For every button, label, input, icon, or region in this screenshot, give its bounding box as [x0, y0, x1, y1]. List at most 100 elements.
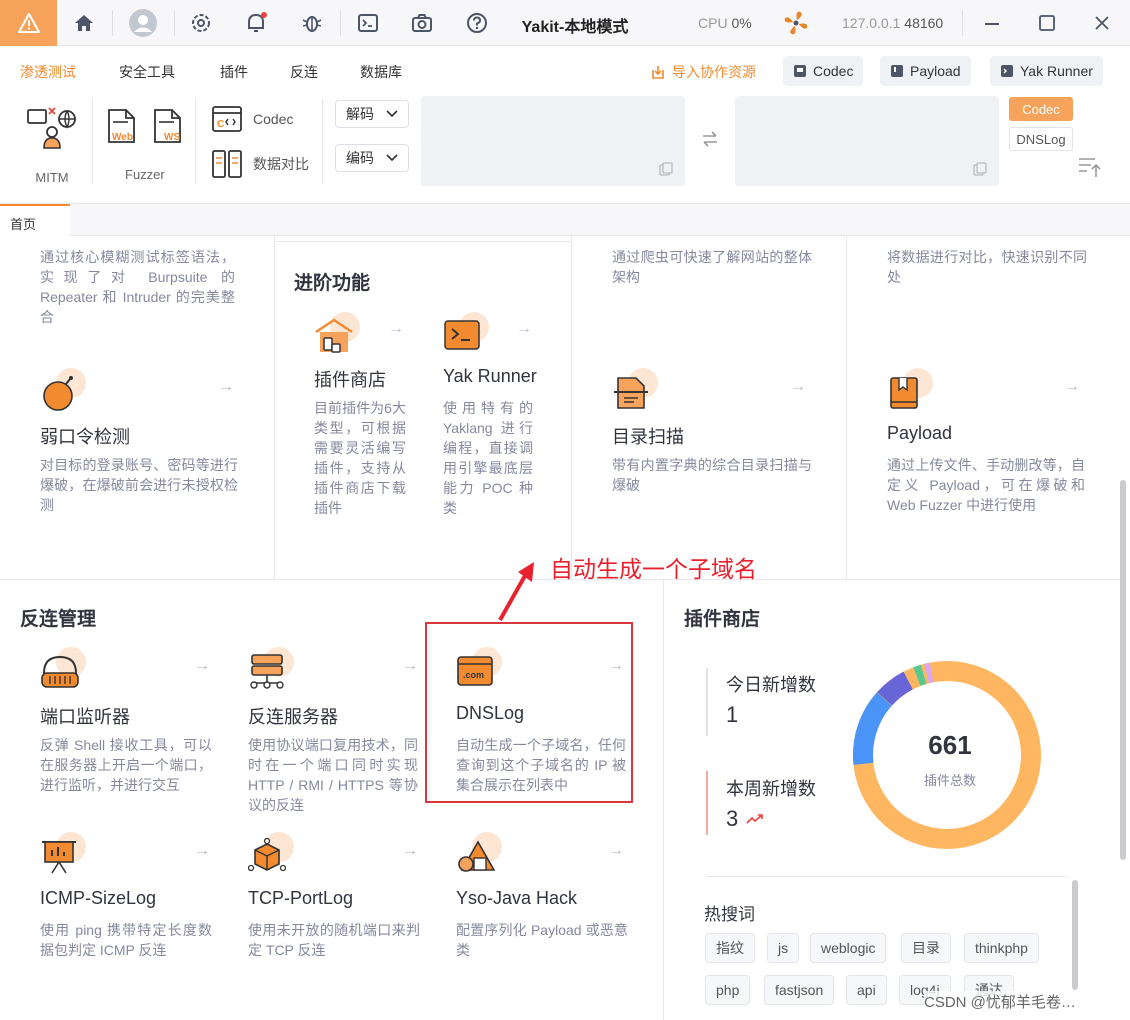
arrow-right-icon[interactable]: →: [402, 842, 418, 860]
arrow-right-icon[interactable]: →: [388, 320, 404, 338]
help-icon[interactable]: [459, 8, 495, 38]
decode-select[interactable]: 解码: [335, 100, 409, 128]
crawler-card-desc: 通过爬虫可快速了解网站的整体架构: [612, 249, 812, 285]
web-fuzzer-tool[interactable]: Web: [106, 108, 138, 149]
hot-word-tag[interactable]: fastjson: [764, 975, 835, 1005]
tab-home[interactable]: 首页: [0, 204, 70, 236]
chevron-down-icon: [386, 110, 398, 118]
shortcut-codec[interactable]: Codec: [783, 56, 864, 86]
trend-up-icon: [746, 812, 764, 830]
codec-tool[interactable]: C Codec: [211, 105, 293, 133]
dnslog-tag[interactable]: DNSLog: [1009, 127, 1073, 151]
menu-security-tools[interactable]: 安全工具: [119, 62, 175, 82]
reverse-server-card-title[interactable]: 反连服务器: [248, 703, 338, 729]
import-collab-button[interactable]: 导入协作资源: [650, 62, 756, 82]
arrow-right-icon[interactable]: →: [516, 320, 532, 338]
hot-word-tag[interactable]: weblogic: [810, 933, 887, 963]
codec-tag[interactable]: Codec: [1009, 97, 1073, 121]
hot-word-tag[interactable]: 目录: [901, 933, 951, 963]
arrow-right-icon[interactable]: →: [194, 657, 210, 675]
bug-icon[interactable]: [294, 8, 330, 38]
minimize-button[interactable]: [974, 8, 1010, 38]
plugin-store-card-title[interactable]: 插件商店: [314, 366, 386, 392]
fan-icon[interactable]: [778, 8, 814, 38]
settings-icon[interactable]: [183, 8, 219, 38]
close-button[interactable]: [1084, 8, 1120, 38]
warning-icon[interactable]: [0, 0, 57, 46]
hot-words-scrollbar[interactable]: [1072, 880, 1078, 990]
hot-word-tag[interactable]: thinkphp: [964, 933, 1039, 963]
codec-icon: [794, 65, 806, 77]
server-icon: [248, 647, 294, 693]
camera-icon[interactable]: [404, 8, 440, 38]
home-icon[interactable]: [66, 8, 102, 38]
window-title: Yakit-本地模式: [521, 19, 629, 36]
ws-fuzzer-tool[interactable]: WS: [152, 108, 184, 149]
bomb-icon: [40, 368, 86, 414]
port-listener-card-desc: 反弹 Shell 接收工具，可以在服务器上开启一个端口，进行监听，并进行交互: [40, 737, 212, 793]
hot-word-tag[interactable]: php: [705, 975, 751, 1005]
today-new-value: 1: [726, 702, 739, 727]
reverse-section-title: 反连管理: [20, 609, 97, 630]
copy-icon: [973, 162, 987, 176]
user-icon[interactable]: [125, 8, 161, 38]
arrow-right-icon[interactable]: →: [790, 378, 806, 396]
shortcut-yak-runner[interactable]: Yak Runner: [990, 56, 1103, 86]
ws-label: WS: [164, 132, 181, 143]
terminal-icon[interactable]: [350, 8, 386, 38]
menu-database[interactable]: 数据库: [360, 62, 402, 82]
arrow-right-icon[interactable]: →: [218, 378, 234, 396]
data-compare-tool[interactable]: 数据对比: [211, 149, 309, 179]
yso-java-hack-card-title[interactable]: Yso-Java Hack: [456, 888, 577, 909]
tcp-portlog-card-title[interactable]: TCP-PortLog: [248, 888, 353, 909]
mitm-tool[interactable]: MITM: [24, 104, 80, 185]
cube-network-icon: [248, 832, 294, 878]
shortcut-payload[interactable]: Payload: [880, 56, 971, 86]
directory-scan-icon: [612, 368, 658, 414]
codec-input-area[interactable]: [421, 96, 685, 186]
hot-word-tag[interactable]: api: [846, 975, 887, 1005]
codec-output-area[interactable]: [735, 96, 999, 186]
hot-word-tag[interactable]: 指纹: [705, 933, 755, 963]
yak-runner-card-title[interactable]: Yak Runner: [443, 366, 537, 387]
total-plugins-label: 插件总数: [923, 773, 976, 788]
encode-select[interactable]: 编码: [335, 144, 409, 172]
menu-pentest[interactable]: 渗透测试: [20, 62, 76, 82]
week-new-label: 本周新增数: [726, 779, 816, 799]
fuzzer-label: Fuzzer: [125, 167, 165, 182]
reverse-server-card-desc: 使用协议端口复用技术，同时在一个端口同时实现 HTTP / RMI / HTTP…: [248, 737, 418, 813]
port-listener-card-title[interactable]: 端口监听器: [40, 703, 130, 729]
page-scrollbar[interactable]: [1120, 480, 1126, 860]
menu-reverse[interactable]: 反连: [290, 62, 318, 82]
payload-icon: [891, 65, 903, 77]
book-icon: [887, 368, 933, 414]
annotation-text: 自动生成一个子域名: [550, 556, 757, 582]
icmp-sizelog-card-desc: 使用 ping 携带特定长度数据包判定 ICMP 反连: [40, 922, 212, 958]
bell-icon[interactable]: [238, 8, 274, 38]
arrow-right-icon[interactable]: →: [608, 842, 624, 860]
hot-word-tag[interactable]: js: [767, 933, 800, 963]
terminal-icon: [1001, 65, 1013, 77]
arrow-right-icon[interactable]: →: [402, 657, 418, 675]
arrow-right-icon[interactable]: →: [1064, 378, 1080, 396]
page-tab-strip: 首页: [0, 203, 1130, 236]
hot-words-label: 热搜词: [704, 905, 755, 924]
weak-password-card-title[interactable]: 弱口令检测: [40, 423, 130, 449]
maximize-button[interactable]: [1029, 8, 1065, 38]
title-bar: Yakit-本地模式 CPU 0% 127.0.0.1 48160: [0, 0, 1130, 46]
presentation-icon: [40, 832, 86, 878]
menu-plugins[interactable]: 插件: [220, 62, 248, 82]
arrow-right-icon[interactable]: →: [194, 842, 210, 860]
icmp-sizelog-card-title[interactable]: ICMP-SizeLog: [40, 888, 156, 909]
highlight-box: [425, 622, 633, 803]
yakit-window: Yakit-本地模式 CPU 0% 127.0.0.1 48160 渗透测试 安…: [0, 0, 1130, 1020]
payload-card-title[interactable]: Payload: [887, 423, 952, 444]
collapse-toolbar-icon[interactable]: [1077, 155, 1103, 184]
encode-label: 编码: [346, 150, 374, 166]
weak-password-card-desc: 对目标的登录账号、密码等进行爆破，在爆破前会进行未授权检测: [40, 457, 238, 513]
compare-card-desc: 将数据进行对比，快速识别不同处: [887, 249, 1087, 285]
directory-scan-card-title[interactable]: 目录扫描: [612, 423, 684, 449]
swap-icon[interactable]: [701, 131, 719, 152]
tcp-portlog-card-desc: 使用未开放的随机端口来判定 TCP 反连: [248, 922, 420, 958]
headphones-icon: [40, 647, 86, 693]
